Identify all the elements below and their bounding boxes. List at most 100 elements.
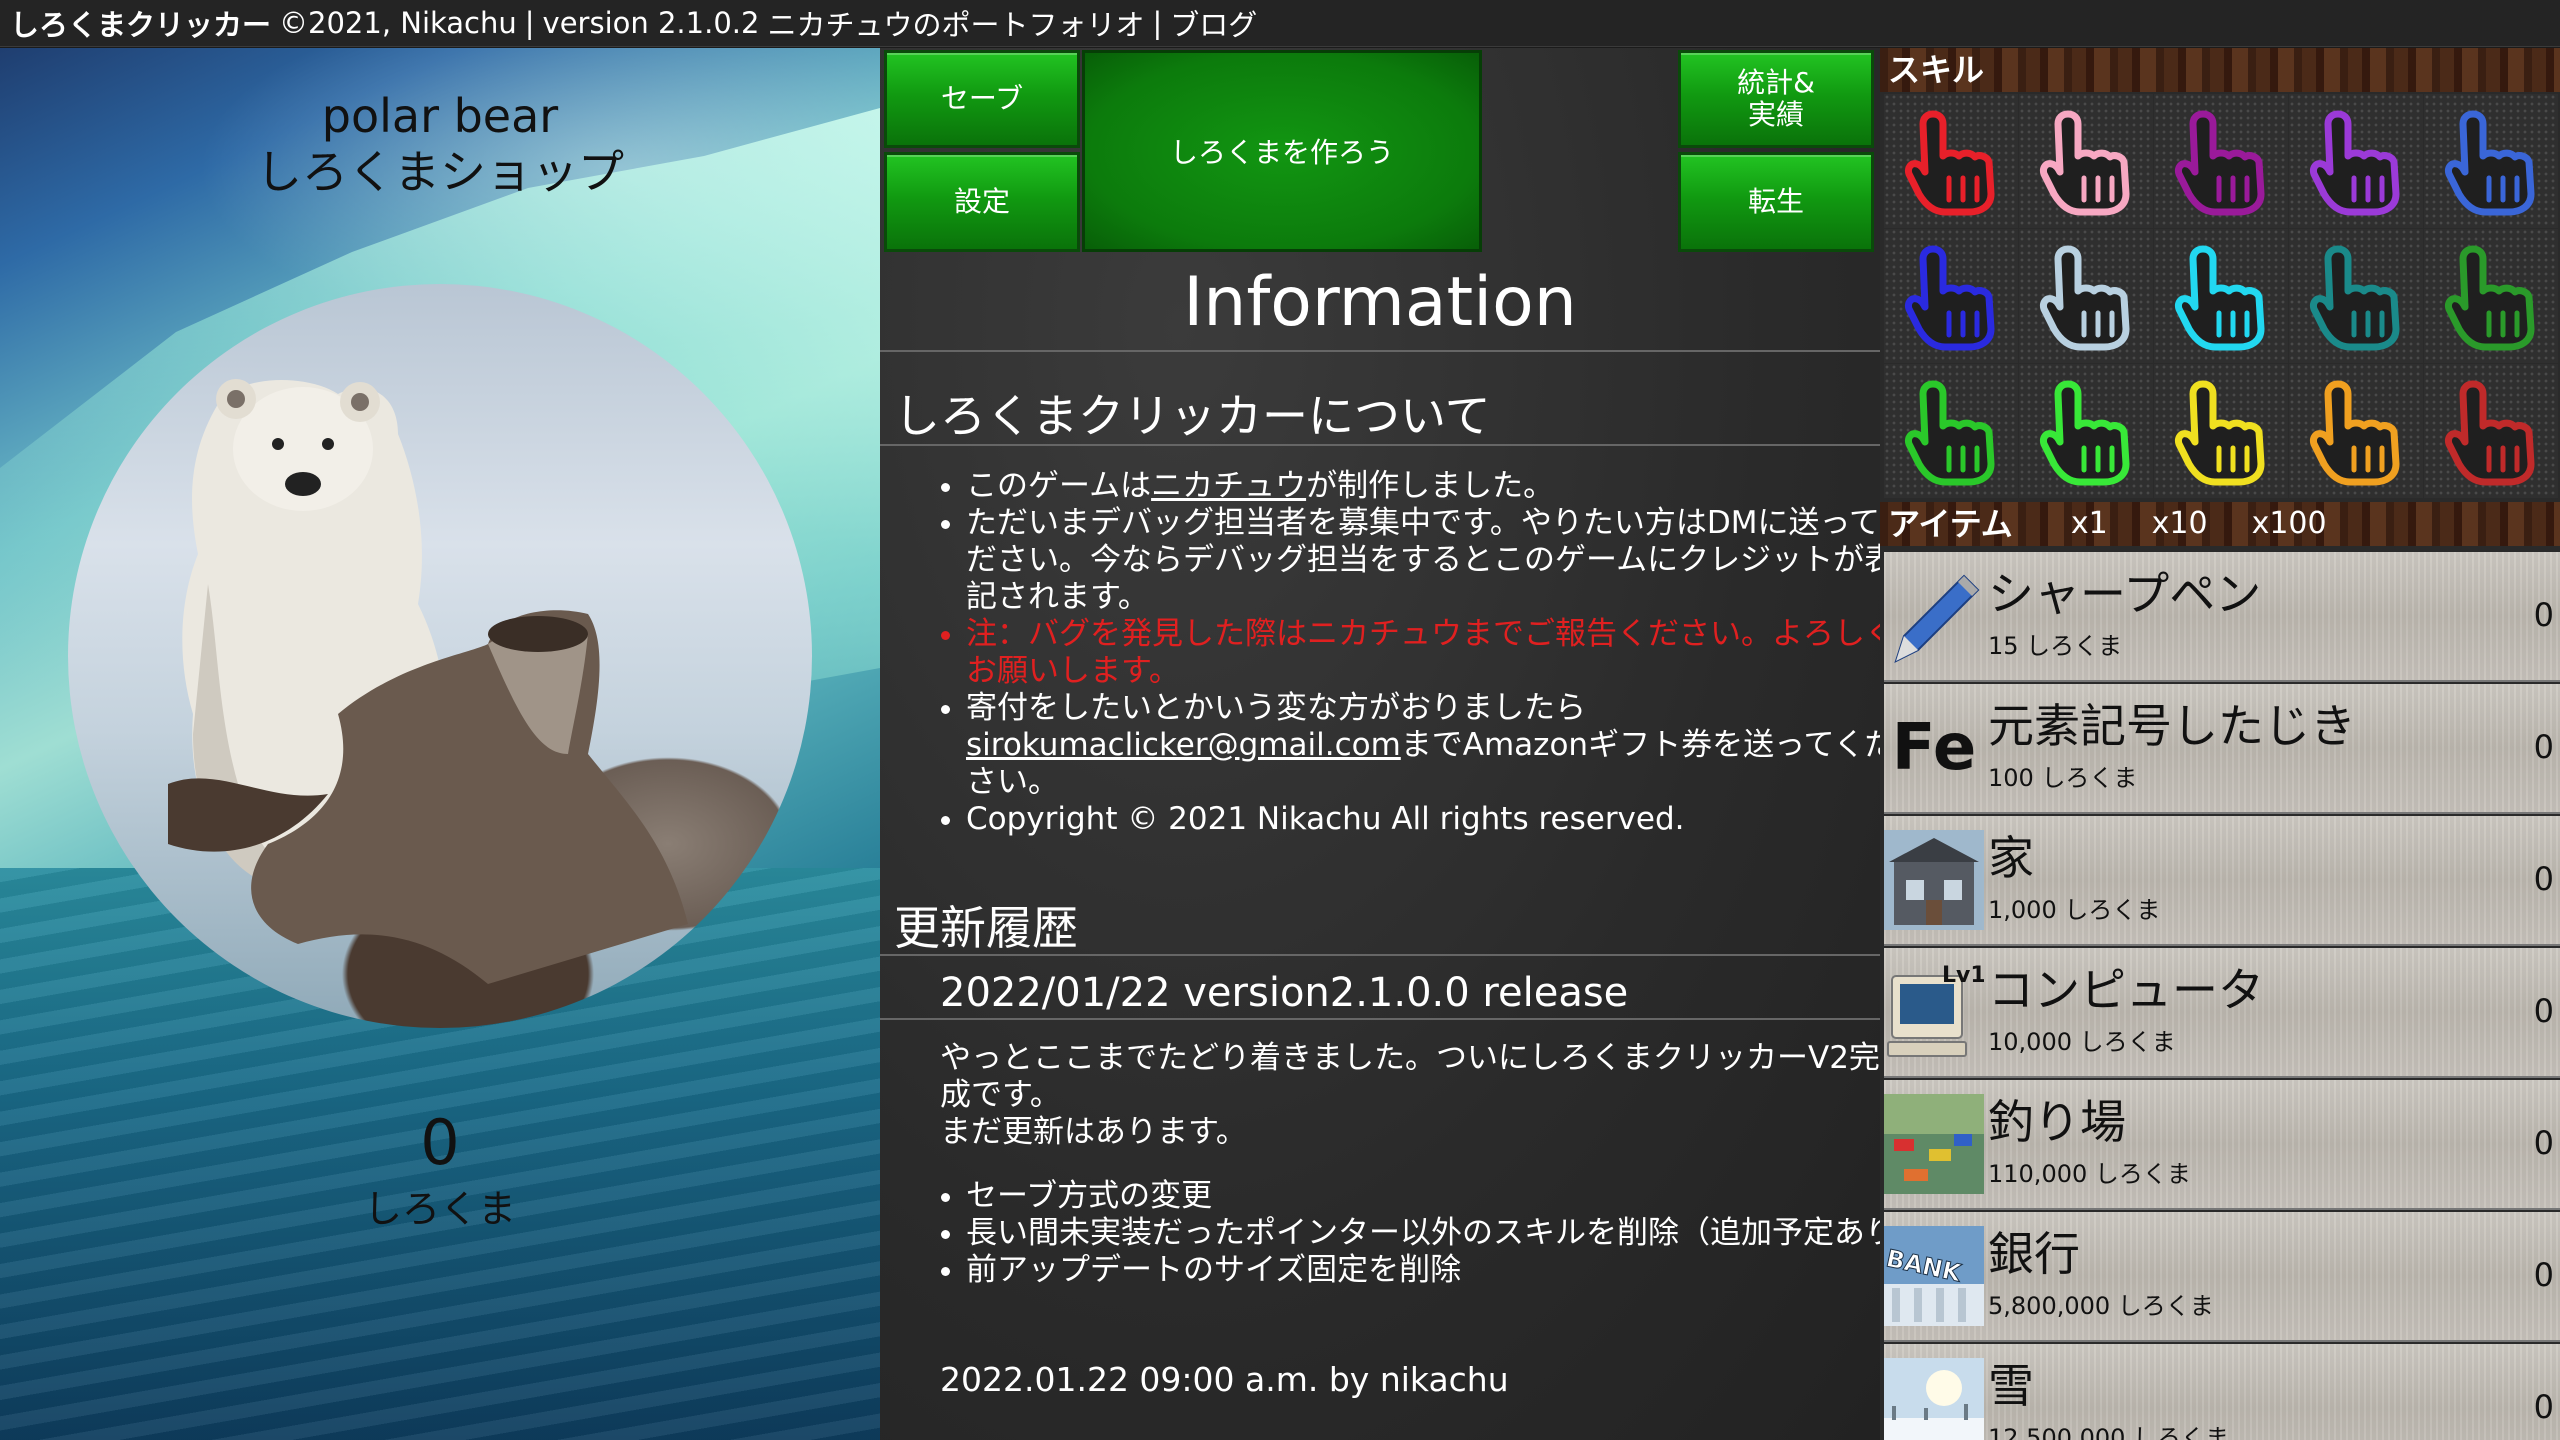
pointer-hand-icon xyxy=(2175,110,2265,216)
skills-header: スキル xyxy=(1880,48,2560,92)
save-button[interactable]: セーブ xyxy=(884,50,1080,148)
top-bar: しろくまクリッカー ©2021, Nikachu | version 2.1.0… xyxy=(0,0,2560,47)
skills-label: スキル xyxy=(1888,51,1985,89)
about-text: が制作しました。 xyxy=(1306,468,1555,504)
pointer-hand-icon xyxy=(2445,380,2535,486)
game-title: しろくまクリッカー xyxy=(10,8,272,42)
item-name: 銀行 xyxy=(1988,1227,2080,1281)
pointer-hand-icon xyxy=(2310,245,2400,351)
skill-pointer-9[interactable] xyxy=(2289,229,2423,363)
computer-icon-text: Lv1 xyxy=(1942,963,1984,988)
version-body-line: やっとここまでたどり着きました。ついにしろくまクリッカーV2完成です。 xyxy=(940,1040,1880,1113)
author-link[interactable]: ニカチュウ xyxy=(1151,468,1306,504)
item-price: 110,000 しろくま xyxy=(1988,1160,2191,1188)
items-label: アイテム xyxy=(1888,505,2013,543)
pointer-hand-icon xyxy=(2040,110,2130,216)
blog-link[interactable]: ブログ xyxy=(1170,2,1257,44)
item-house[interactable]: 家 1,000 しろくま 0 xyxy=(1884,816,2560,946)
computer-icon: Lv1 xyxy=(1884,960,1984,1064)
skill-pointer-15[interactable] xyxy=(2424,364,2558,498)
skill-pointer-3[interactable] xyxy=(2154,94,2288,228)
fe-icon-text: Fe xyxy=(1891,711,1977,785)
pointer-hand-icon xyxy=(1905,110,1995,216)
item-owned-count: 0 xyxy=(2533,992,2554,1030)
polar-bear-click-target[interactable] xyxy=(68,284,812,1028)
item-snow[interactable]: 雪 12,500,000 しろくま 0 xyxy=(1884,1344,2560,1440)
divider xyxy=(880,350,1880,352)
skill-pointer-4[interactable] xyxy=(2289,94,2423,228)
bear-count: 0 xyxy=(420,1106,460,1179)
item-mechanical-pencil[interactable]: シャープペン 15 しろくま 0 xyxy=(1884,552,2560,682)
item-price: 100 しろくま xyxy=(1988,764,2138,792)
item-computer[interactable]: Lv1 コンピュータ 10,000 しろくま 0 xyxy=(1884,948,2560,1078)
version-body: やっとここまでたどり着きました。ついにしろくまクリッカーV2完成です。 まだ更新… xyxy=(940,1040,1880,1151)
shop-title: polar bear しろくまショップ xyxy=(0,88,880,200)
pointer-hand-icon xyxy=(2040,245,2130,351)
version-title: 2022/01/22 version2.1.0.0 release xyxy=(940,970,1629,1016)
item-name: 雪 xyxy=(1988,1359,2034,1413)
skill-pointer-10[interactable] xyxy=(2424,229,2558,363)
about-list: このゲームはニカチュウが制作しました。 ただいまデバッグ担当者を募集中です。やり… xyxy=(916,468,1880,838)
buy-x10-tab[interactable]: x10 xyxy=(2152,502,2208,546)
skill-pointer-6[interactable] xyxy=(1884,229,2018,363)
buy-x100-tab[interactable]: x100 xyxy=(2252,502,2327,546)
skills-grid xyxy=(1884,94,2560,498)
about-text: 寄付をしたいとかいう変な方がおりましたら xyxy=(966,690,1586,726)
item-name: シャープペン xyxy=(1988,567,2262,621)
separator: | xyxy=(524,6,535,40)
about-heading: しろくまクリッカーについて xyxy=(894,389,1491,443)
item-owned-count: 0 xyxy=(2533,596,2554,634)
portfolio-link[interactable]: ニカチュウのポートフォリオ xyxy=(767,2,1144,44)
pointer-hand-icon xyxy=(2445,245,2535,351)
item-bank[interactable]: BANK 銀行 5,800,000 しろくま 0 xyxy=(1884,1212,2560,1342)
skill-pointer-2[interactable] xyxy=(2019,94,2153,228)
skill-pointer-1[interactable] xyxy=(1884,94,2018,228)
list-item: 前アップデートのサイズ固定を削除 xyxy=(966,1252,1880,1289)
list-item: このゲームはニカチュウが制作しました。 xyxy=(966,468,1880,505)
item-name: コンピュータ xyxy=(1988,963,2264,1017)
rebirth-button[interactable]: 転生 xyxy=(1678,152,1874,252)
skill-pointer-11[interactable] xyxy=(1884,364,2018,498)
fe-icon: Fe xyxy=(1884,696,1984,800)
skill-pointer-7[interactable] xyxy=(2019,229,2153,363)
change-list: セーブ方式の変更 長い間未実装だったポインター以外のスキルを削除（追加予定あり）… xyxy=(916,1178,1880,1289)
shop-name-en: polar bear xyxy=(321,89,559,143)
pointer-hand-icon xyxy=(2175,380,2265,486)
history-heading: 更新履歴 xyxy=(894,901,1078,955)
info-title: Information xyxy=(1183,263,1577,342)
list-item: 長い間未実装だったポインター以外のスキルを削除（追加予定あり） xyxy=(966,1215,1880,1252)
divider xyxy=(880,1018,1880,1020)
version-body-line: まだ更新はあります。 xyxy=(940,1114,1247,1150)
copyright-line: Copyright © 2021 Nikachu All rights rese… xyxy=(966,801,1880,838)
divider xyxy=(880,954,1880,956)
items-list: シャープペン 15 しろくま 0 Fe 元素記号したじき 100 しろくま 0 xyxy=(1884,552,2560,1440)
version-footer: 2022.01.22 09:00 a.m. by nikachu xyxy=(940,1360,1509,1399)
item-name: 家 xyxy=(1988,831,2034,885)
item-name: 釣り場 xyxy=(1988,1095,2126,1149)
items-header: アイテム x1 x10 x100 xyxy=(1880,502,2560,546)
pointer-hand-icon xyxy=(1905,245,1995,351)
skill-pointer-13[interactable] xyxy=(2154,364,2288,498)
list-item: ただいまデバッグ担当者を募集中です。やりたい方はDMに送ってください。今ならデバ… xyxy=(966,505,1880,616)
list-item: 寄付をしたいとかいう変な方がおりましたらsirokumaclicker@gmai… xyxy=(966,690,1880,801)
make-bear-button[interactable]: しろくまを作ろう xyxy=(1082,50,1482,252)
skill-pointer-14[interactable] xyxy=(2289,364,2423,498)
item-owned-count: 0 xyxy=(2533,728,2554,766)
stats-achievements-button[interactable]: 統計& 実績 xyxy=(1678,50,1874,148)
item-element-shitajiki[interactable]: Fe 元素記号したじき 100 しろくま 0 xyxy=(1884,684,2560,814)
buy-x1-tab[interactable]: x1 xyxy=(2071,502,2108,546)
item-fishing-spot[interactable]: 釣り場 110,000 しろくま 0 xyxy=(1884,1080,2560,1210)
skill-pointer-12[interactable] xyxy=(2019,364,2153,498)
fishing-icon xyxy=(1884,1092,1984,1196)
settings-button[interactable]: 設定 xyxy=(884,152,1080,252)
item-price: 12,500,000 しろくま xyxy=(1988,1424,2230,1440)
polar-bear-image xyxy=(168,379,688,984)
skill-pointer-8[interactable] xyxy=(2154,229,2288,363)
item-owned-count: 0 xyxy=(2533,1124,2554,1162)
email-link[interactable]: sirokumaclicker@gmail.com xyxy=(966,727,1401,763)
divider xyxy=(880,444,1880,446)
skill-pointer-5[interactable] xyxy=(2424,94,2558,228)
item-owned-count: 0 xyxy=(2533,860,2554,898)
bug-report-notice: 注：バグを発見した際はニカチュウまでご報告ください。よろしくお願いします。 xyxy=(966,616,1880,690)
copyright-text: ©2021, Nikachu xyxy=(279,6,517,40)
